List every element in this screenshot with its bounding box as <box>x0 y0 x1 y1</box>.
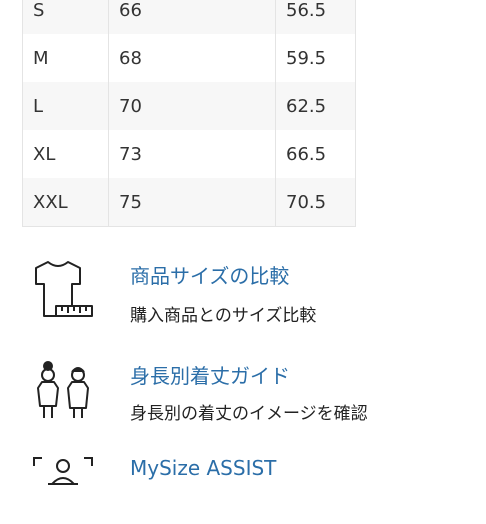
table-row: XXL 75 70.5 <box>22 178 356 227</box>
size-compare-link[interactable]: 商品サイズの比較 購入商品とのサイズ比較 <box>28 258 468 328</box>
mysize-assist-link[interactable]: MySize ASSIST <box>28 454 468 486</box>
measure-cell: 70.5 <box>275 178 356 227</box>
size-table: S 66 56.5 M 68 59.5 L 70 62.5 XL 73 66.5… <box>22 0 356 227</box>
measure-cell: 68 <box>108 34 276 82</box>
measure-cell: 56.5 <box>275 0 356 34</box>
size-cell: M <box>22 34 109 82</box>
table-row: M 68 59.5 <box>22 34 356 82</box>
measure-cell: 70 <box>108 82 276 130</box>
measure-cell: 66.5 <box>275 130 356 178</box>
body-scan-icon <box>33 457 93 485</box>
table-row: XL 73 66.5 <box>22 130 356 178</box>
measure-cell: 62.5 <box>275 82 356 130</box>
size-cell: XXL <box>22 178 109 227</box>
measure-cell: 73 <box>108 130 276 178</box>
size-cell: XL <box>22 130 109 178</box>
size-cell: S <box>22 0 109 34</box>
table-row: L 70 62.5 <box>22 82 356 130</box>
measure-cell: 59.5 <box>275 34 356 82</box>
mysize-assist-title[interactable]: MySize ASSIST <box>130 456 276 480</box>
size-compare-description: 購入商品とのサイズ比較 <box>130 306 317 326</box>
tshirt-ruler-icon <box>35 261 93 317</box>
length-guide-title[interactable]: 身長別着丈ガイド <box>130 360 290 389</box>
size-cell: L <box>22 82 109 130</box>
length-guide-description: 身長別の着丈のイメージを確認 <box>130 404 368 424</box>
people-height-icon <box>37 361 89 418</box>
measure-cell: 75 <box>108 178 276 227</box>
length-guide-link[interactable]: 身長別着丈ガイド 身長別の着丈のイメージを確認 <box>28 358 468 428</box>
table-row: S 66 56.5 <box>22 0 356 34</box>
measure-cell: 66 <box>108 0 276 34</box>
size-compare-title[interactable]: 商品サイズの比較 <box>130 260 289 289</box>
